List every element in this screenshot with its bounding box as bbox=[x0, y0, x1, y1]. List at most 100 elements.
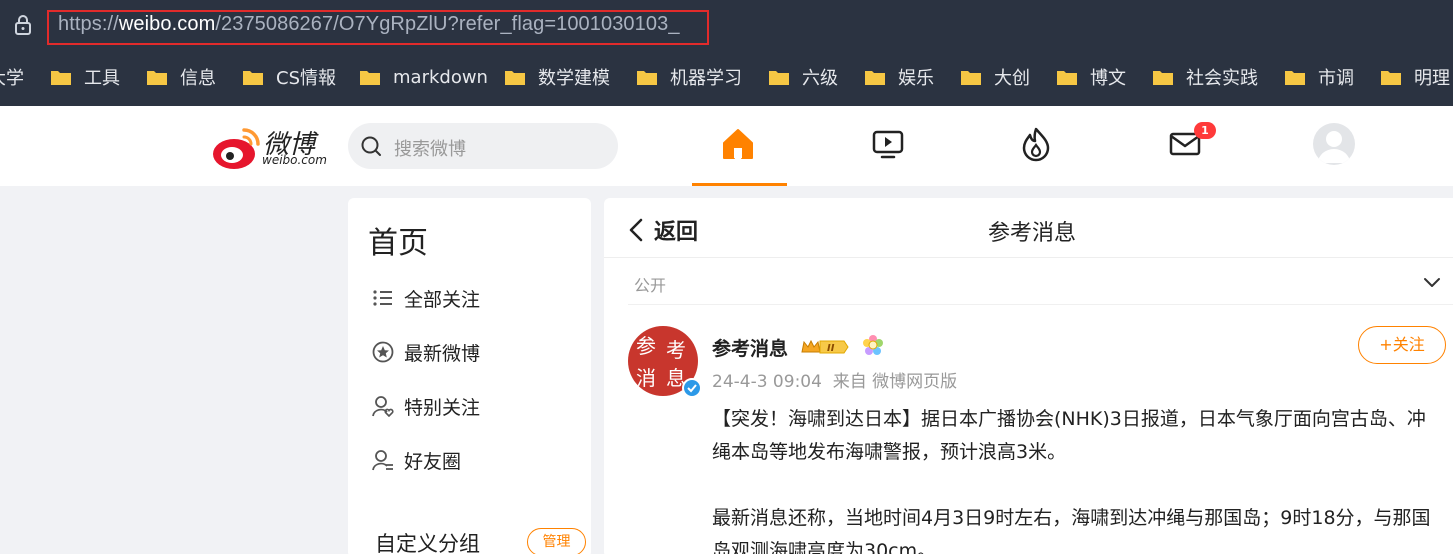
folder-icon bbox=[1381, 71, 1401, 85]
sidebar-item-all-follows[interactable]: 全部关注 bbox=[372, 283, 480, 313]
bookmark-label: 六级 bbox=[802, 68, 838, 89]
sidebar-item-friends[interactable]: 好友圈 bbox=[372, 445, 461, 475]
vip-level: II bbox=[827, 343, 835, 354]
page-title: 参考消息 bbox=[988, 221, 1077, 246]
bookmark-item[interactable]: 六级 bbox=[768, 48, 838, 106]
sidebar-item-label: 好友圈 bbox=[404, 450, 462, 473]
folder-icon bbox=[865, 71, 885, 85]
chevron-left-icon bbox=[629, 218, 643, 242]
back-button[interactable]: 返回 bbox=[626, 214, 698, 246]
bookmark-item[interactable]: 市调 bbox=[1284, 48, 1354, 106]
folder-icon bbox=[147, 71, 167, 85]
message-badge: 1 bbox=[1194, 122, 1216, 139]
sidebar-item-special[interactable]: 特别关注 bbox=[372, 391, 480, 421]
post-time[interactable]: 24-4-3 09:04 bbox=[712, 372, 822, 392]
bookmark-item[interactable]: 博文 bbox=[1056, 48, 1126, 106]
bookmark-label: 大学 bbox=[0, 68, 24, 89]
sidebar-title: 首页 bbox=[368, 226, 428, 261]
default-avatar-icon bbox=[1318, 131, 1350, 163]
author-name[interactable]: 参考消息 bbox=[712, 334, 788, 361]
star-circle-icon bbox=[372, 341, 394, 363]
search-input[interactable]: 搜索微博 bbox=[348, 123, 618, 169]
bookmark-item[interactable]: 工具 bbox=[50, 48, 120, 106]
bookmark-item[interactable]: 数学建模 bbox=[504, 48, 610, 106]
folder-icon bbox=[961, 71, 981, 85]
chevron-down-icon[interactable] bbox=[1422, 272, 1442, 292]
post-paragraph: 【突发！海啸到达日本】据日本广播协会(NHK)3日报道，日本气象厅面向宫古岛、冲… bbox=[712, 408, 1426, 463]
sidebar-item-label: 特别关注 bbox=[404, 396, 481, 419]
folder-icon bbox=[637, 71, 657, 85]
url-path: /2375086267/O7YgRpZlU?refer_flag=1001030… bbox=[215, 13, 680, 35]
sidebar-item-label: 最新微博 bbox=[404, 342, 481, 365]
bookmark-item[interactable]: markdown bbox=[359, 48, 488, 106]
bookmark-item[interactable]: 明理 bbox=[1380, 48, 1450, 106]
video-icon[interactable] bbox=[870, 126, 906, 162]
verified-badge-icon bbox=[682, 378, 702, 398]
sidebar-item-latest[interactable]: 最新微博 bbox=[372, 337, 480, 367]
divider bbox=[628, 304, 1453, 305]
follow-button[interactable]: +关注 bbox=[1358, 326, 1446, 364]
main-panel: 返回 参考消息 公开 参 考 消 息 参考消息 II 24-4-3 09:04 … bbox=[604, 198, 1453, 554]
flower-badge-icon bbox=[863, 335, 883, 355]
folder-icon bbox=[1153, 71, 1173, 85]
sidebar-item-label: 全部关注 bbox=[404, 288, 481, 311]
nav-active-indicator bbox=[692, 183, 787, 186]
back-label: 返回 bbox=[654, 220, 699, 245]
bookmark-item[interactable]: 信息 bbox=[146, 48, 216, 106]
bookmark-label: 明理 bbox=[1414, 68, 1450, 89]
bookmark-label: 博文 bbox=[1090, 68, 1126, 89]
bookmark-item[interactable]: 大学 bbox=[0, 48, 24, 106]
address-bar: https://weibo.com/2375086267/O7YgRpZlU?r… bbox=[0, 0, 1453, 48]
avatar-char: 考 bbox=[666, 338, 686, 362]
folder-icon bbox=[1057, 71, 1077, 85]
vip-crown-icon: II bbox=[801, 339, 849, 354]
list-icon bbox=[373, 290, 392, 306]
url-input[interactable]: https://weibo.com/2375086267/O7YgRpZlU?r… bbox=[58, 13, 680, 36]
url-prefix: https:// bbox=[58, 13, 119, 35]
left-sidebar: 首页 全部关注 最新微博 特别关注 好友圈 自定义分组 管理 bbox=[348, 198, 591, 554]
post-content: 【突发！海啸到达日本】据日本广播协会(NHK)3日报道，日本气象厅面向宫古岛、冲… bbox=[712, 403, 1432, 554]
folder-icon bbox=[505, 71, 525, 85]
visibility-label: 公开 bbox=[634, 276, 667, 295]
folder-icon bbox=[360, 71, 380, 85]
post-paragraph: 最新消息还称，当地时间4月3日9时左右，海啸到达冲绳与那国岛；9时18分，与那国… bbox=[712, 507, 1431, 554]
bookmark-label: 社会实践 bbox=[1186, 68, 1258, 89]
folder-icon bbox=[769, 71, 789, 85]
bookmark-label: markdown bbox=[393, 66, 488, 88]
bookmark-item[interactable]: CS情報 bbox=[242, 48, 336, 106]
avatar-char: 消 bbox=[636, 366, 656, 390]
bookmark-item[interactable]: 娱乐 bbox=[864, 48, 934, 106]
search-icon bbox=[361, 136, 381, 156]
bookmark-label: 数学建模 bbox=[538, 68, 610, 89]
custom-group-title: 自定义分组 bbox=[375, 532, 480, 554]
user-heart-icon bbox=[372, 396, 394, 417]
user-group-icon bbox=[372, 450, 393, 471]
bookmark-item[interactable]: 社会实践 bbox=[1152, 48, 1258, 106]
bookmark-item[interactable]: 机器学习 bbox=[636, 48, 742, 106]
bookmark-label: 机器学习 bbox=[670, 68, 742, 89]
folder-icon bbox=[1285, 71, 1305, 85]
folder-icon bbox=[243, 71, 263, 85]
post-meta: 24-4-3 09:04 来自 微博网页版 bbox=[712, 367, 957, 392]
manage-button[interactable]: 管理 bbox=[527, 528, 586, 554]
bookmark-label: 工具 bbox=[84, 68, 120, 89]
bookmark-label: 娱乐 bbox=[898, 68, 934, 89]
bookmark-label: 信息 bbox=[180, 68, 216, 89]
lock-icon[interactable] bbox=[13, 14, 33, 36]
post-source: 来自 微博网页版 bbox=[832, 372, 958, 392]
search-placeholder: 搜索微博 bbox=[394, 139, 466, 160]
hot-fire-icon[interactable] bbox=[1018, 126, 1054, 162]
bookmark-label: CS情報 bbox=[276, 68, 336, 89]
bookmark-label: 市调 bbox=[1318, 68, 1354, 89]
url-host: weibo.com bbox=[118, 13, 216, 35]
bookmark-item[interactable]: 大创 bbox=[960, 48, 1030, 106]
folder-icon bbox=[51, 71, 71, 85]
home-icon[interactable] bbox=[720, 126, 756, 162]
weibo-header: 微博 weibo.com 搜索微博 1 bbox=[0, 106, 1453, 186]
avatar-char: 参 bbox=[636, 334, 656, 358]
bookmark-label: 大创 bbox=[994, 68, 1030, 89]
logo-sub: weibo.com bbox=[262, 153, 327, 167]
bookmarks-bar: 大学 工具 信息 CS情報 markdown 数学建模 机器学习 六级 娱乐 大… bbox=[0, 48, 1453, 106]
divider bbox=[604, 257, 1453, 258]
user-avatar[interactable] bbox=[1313, 123, 1355, 165]
